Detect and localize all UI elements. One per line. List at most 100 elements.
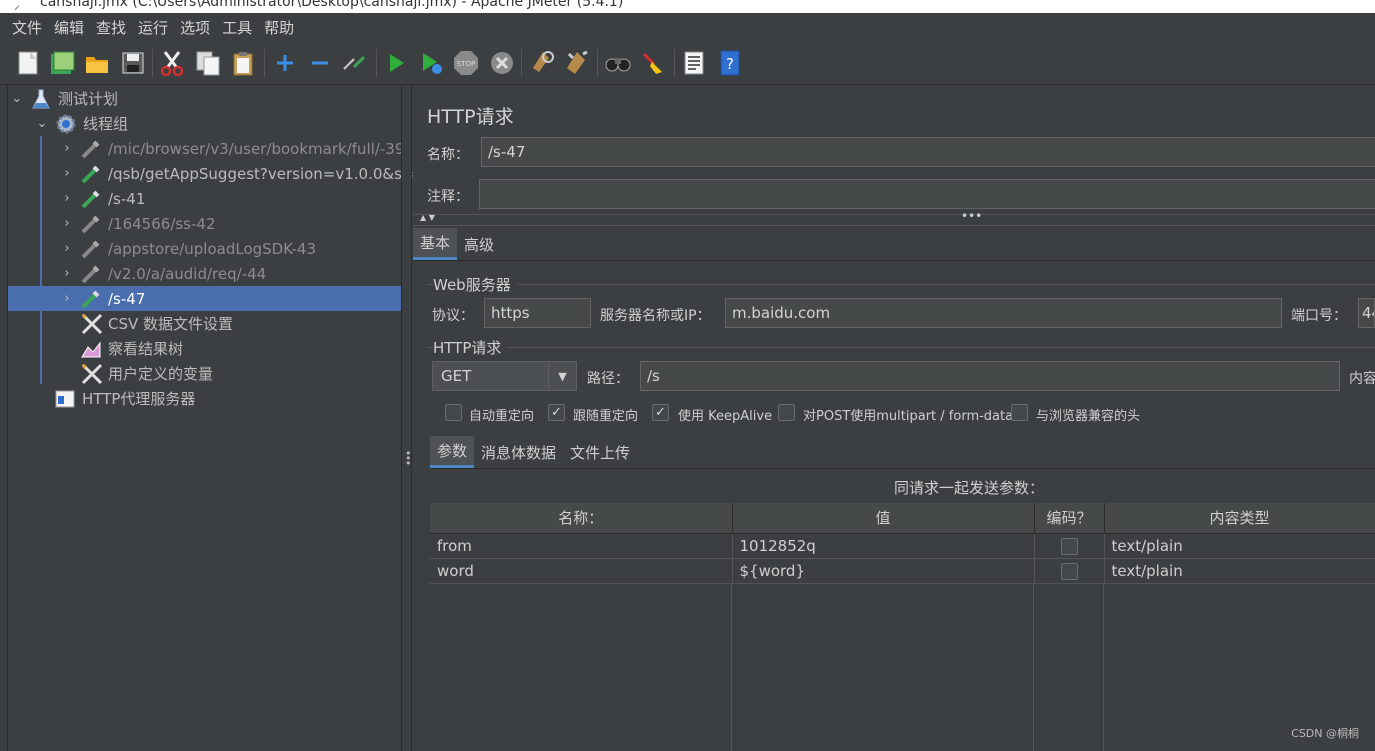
param-content-type[interactable]: text/plain (1104, 558, 1375, 584)
chevron-right-icon[interactable]: › (60, 141, 74, 156)
copy-icon[interactable] (194, 48, 222, 78)
collapse-icon[interactable] (306, 48, 334, 78)
start-icon[interactable] (382, 48, 410, 78)
table-row[interactable]: word ${word} text/plain (430, 558, 1375, 584)
param-name[interactable]: from (430, 533, 733, 559)
pane-splitter[interactable]: • • • (401, 86, 412, 751)
menu-run[interactable]: 运行 (138, 17, 168, 38)
tree-node-sampler[interactable]: › /mic/browser/v3/user/bookmark/full/-39 (60, 136, 404, 161)
stop-icon[interactable]: STOP (452, 48, 480, 78)
tree-node-user-variables[interactable]: 用户定义的变量 (74, 361, 213, 386)
tree-node-results-tree[interactable]: 察看结果树 (74, 336, 183, 361)
clear-all-icon[interactable] (563, 48, 591, 78)
path-field[interactable]: /s (640, 361, 1340, 391)
tab-basic[interactable]: 基本 (413, 228, 458, 260)
tree-node-http-proxy[interactable]: HTTP代理服务器 (48, 386, 195, 411)
param-content-type[interactable]: text/plain (1104, 533, 1375, 559)
menu-file[interactable]: 文件 (12, 17, 42, 38)
reset-search-icon[interactable] (639, 48, 667, 78)
name-field[interactable]: /s-47 (481, 137, 1375, 167)
tree-node-csv-config[interactable]: CSV 数据文件设置 (74, 311, 233, 336)
search-icon[interactable] (604, 48, 632, 78)
tree-node-sampler[interactable]: › /s-41 (60, 186, 145, 211)
menu-options[interactable]: 选项 (180, 17, 210, 38)
drag-handle-icon[interactable]: ••• (405, 448, 412, 469)
clear-icon[interactable] (528, 48, 556, 78)
auto-redirect-checkbox[interactable] (445, 404, 462, 421)
expand-icon[interactable] (271, 48, 299, 78)
menu-bar: 文件 编辑 查找 运行 选项 工具 帮助 (0, 13, 1375, 41)
help-icon[interactable]: ? (716, 48, 744, 78)
param-value[interactable]: ${word} (732, 558, 1035, 584)
column-header-content-type[interactable]: 内容类型 (1104, 503, 1375, 534)
tab-body-data[interactable]: 消息体数据 (474, 436, 563, 468)
drag-handle-icon[interactable]: ••• (961, 209, 982, 223)
table-header: 名称： 值 编码？ 内容类型 (430, 503, 1375, 534)
tab-advanced[interactable]: 高级 (457, 228, 501, 260)
shutdown-icon[interactable] (488, 48, 516, 78)
app-icon: ⸝ (14, 0, 21, 12)
encode-cell[interactable] (1034, 558, 1105, 584)
chevron-right-icon[interactable]: › (60, 191, 74, 206)
tree-node-sampler[interactable]: › /appstore/uploadLogSDK-43 (60, 236, 316, 261)
multipart-checkbox[interactable] (778, 404, 795, 421)
tree-node-sampler[interactable]: › /qsb/getAppSuggest?version=v1.0.0&sv=V… (60, 161, 443, 186)
http-request-panel: HTTP请求 名称： /s-47 注释： ▲ ▼ ••• 基本 高级 Web服务… (413, 86, 1375, 751)
port-label: 端口号： (1291, 308, 1347, 324)
open-icon[interactable] (83, 48, 111, 78)
function-helper-icon[interactable] (680, 48, 708, 78)
svg-text:STOP: STOP (457, 60, 475, 68)
chevron-right-icon[interactable]: › (60, 241, 74, 256)
chevron-right-icon[interactable]: › (60, 291, 74, 306)
method-select[interactable]: GET ▼ (432, 361, 577, 391)
tree-node-sampler[interactable]: › /164566/ss-42 (60, 211, 216, 236)
toggle-icon[interactable] (341, 48, 369, 78)
server-label: 服务器名称或IP： (600, 308, 711, 324)
tab-parameters[interactable]: 参数 (430, 436, 475, 468)
menu-help[interactable]: 帮助 (264, 17, 294, 38)
chevron-down-icon[interactable]: ⌄ (35, 116, 49, 131)
section-divider[interactable]: ▲ ▼ ••• (413, 209, 1375, 226)
encode-cell[interactable] (1034, 533, 1105, 559)
templates-icon[interactable] (48, 48, 76, 78)
column-header-encode[interactable]: 编码？ (1034, 503, 1105, 534)
browser-headers-checkbox[interactable] (1011, 404, 1028, 421)
chevron-down-icon[interactable]: ▼ (548, 362, 576, 390)
tree-label: /v2.0/a/audid/req/-44 (108, 264, 267, 283)
chevron-right-icon[interactable]: › (60, 266, 74, 281)
chevron-down-icon[interactable]: ⌄ (10, 91, 24, 106)
chevron-right-icon[interactable]: › (60, 216, 74, 231)
tab-file-upload[interactable]: 文件上传 (563, 436, 637, 468)
protocol-field[interactable]: https (484, 298, 591, 328)
menu-tools[interactable]: 工具 (222, 17, 252, 38)
tree-node-thread-group[interactable]: ⌄ 线程组 (35, 111, 128, 136)
follow-redirect-checkbox[interactable]: ✓ (548, 404, 565, 421)
chevron-right-icon[interactable]: › (60, 166, 74, 181)
column-header-name[interactable]: 名称： (430, 503, 733, 534)
left-edge (0, 86, 8, 751)
table-row[interactable]: from 1012852q text/plain (430, 533, 1375, 559)
encode-checkbox[interactable] (1060, 562, 1078, 580)
http-request-title: HTTP请求 (433, 337, 508, 358)
param-name[interactable]: word (430, 558, 733, 584)
paste-icon[interactable] (229, 48, 257, 78)
tree-node-sampler-selected[interactable]: › /s-47 (8, 286, 401, 311)
test-plan-tree: ⌄ 测试计划 ⌄ 线程组 › /mic/browser/v3/user/book… (8, 86, 443, 751)
server-field[interactable]: m.baidu.com (725, 298, 1282, 328)
tree-node-sampler[interactable]: › /v2.0/a/audid/req/-44 (60, 261, 266, 286)
collapse-arrows-icon[interactable]: ▲ ▼ (420, 213, 435, 222)
cut-icon[interactable] (158, 48, 186, 78)
tree-label: /s-47 (108, 289, 146, 308)
save-icon[interactable] (119, 48, 147, 78)
column-header-value[interactable]: 值 (732, 503, 1035, 534)
start-no-pause-icon[interactable] (417, 48, 445, 78)
param-value[interactable]: 1012852q (732, 533, 1035, 559)
menu-edit[interactable]: 编辑 (54, 17, 84, 38)
port-field[interactable]: 44 (1358, 298, 1375, 328)
comment-field[interactable] (479, 179, 1375, 209)
keepalive-checkbox[interactable]: ✓ (652, 404, 669, 421)
tree-node-test-plan[interactable]: ⌄ 测试计划 (10, 86, 118, 111)
encode-checkbox[interactable] (1060, 537, 1078, 555)
menu-search[interactable]: 查找 (96, 17, 126, 38)
new-icon[interactable] (14, 48, 42, 78)
